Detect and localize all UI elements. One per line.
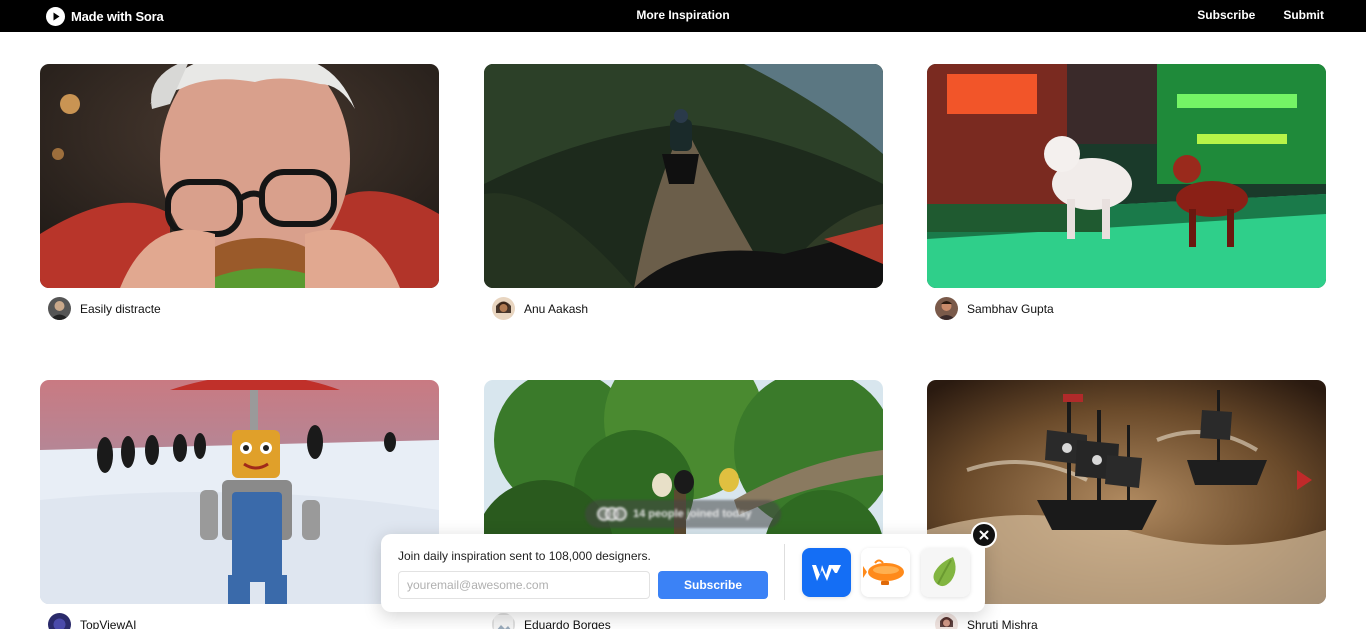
author-name: Eduardo Borges	[524, 617, 611, 629]
author[interactable]: Shruti Mishra	[935, 613, 1038, 629]
joined-avatars	[597, 507, 627, 521]
video-thumbnail[interactable]	[927, 380, 1326, 604]
avatar	[935, 297, 958, 320]
avatar	[492, 613, 515, 629]
author-name: TopViewAI	[80, 617, 137, 629]
video-card: Sambhav Gupta	[927, 64, 1326, 320]
author-name: Easily distracte	[80, 301, 161, 316]
play-icon	[46, 6, 65, 26]
author[interactable]: Anu Aakash	[492, 297, 588, 320]
subscribe-button[interactable]: Subscribe	[658, 571, 768, 599]
author[interactable]: Eduardo Borges	[492, 613, 611, 629]
submit-link[interactable]: Submit	[1283, 8, 1324, 22]
author[interactable]: TopViewAI	[48, 613, 136, 629]
avatar	[492, 297, 515, 320]
brand-logo-link[interactable]: Made with Sora	[46, 6, 164, 26]
author-name: Sambhav Gupta	[967, 301, 1054, 316]
divider	[784, 544, 785, 600]
newsletter-text: Join daily inspiration sent to 108,000 d…	[398, 549, 651, 563]
email-input[interactable]	[398, 571, 650, 599]
video-thumbnail[interactable]	[40, 380, 439, 604]
video-card: Shruti Mishra	[927, 380, 1326, 629]
video-thumbnail[interactable]	[40, 64, 439, 288]
avatar	[48, 613, 71, 629]
video-thumbnail[interactable]	[484, 64, 883, 288]
people-joined-notice: 14 people joined today	[585, 500, 781, 528]
video-card: TopViewAI	[40, 380, 439, 629]
subscribe-link[interactable]: Subscribe	[1197, 8, 1255, 22]
avatar	[935, 613, 958, 629]
author-name: Anu Aakash	[524, 301, 589, 316]
top-navigation-bar: Made with Sora More Inspiration Subscrib…	[0, 0, 1366, 32]
header-nav: Subscribe Submit	[1197, 8, 1324, 22]
author[interactable]: Sambhav Gupta	[935, 297, 1054, 320]
more-inspiration-link[interactable]: More Inspiration	[636, 8, 729, 22]
joined-count-text: 14 people joined today	[633, 508, 752, 520]
close-icon	[979, 530, 989, 540]
video-card: Anu Aakash	[484, 64, 883, 320]
webflow-logo[interactable]	[802, 548, 851, 597]
author[interactable]: Easily distracte	[48, 297, 161, 320]
envato-logo[interactable]	[921, 548, 970, 597]
newsletter-popup: Join daily inspiration sent to 108,000 d…	[381, 534, 985, 612]
author-name: Shruti Mishra	[967, 617, 1038, 629]
video-card: Easily distracte	[40, 64, 439, 320]
close-popup-button[interactable]	[971, 522, 997, 548]
avatar	[48, 297, 71, 320]
video-thumbnail[interactable]	[927, 64, 1326, 288]
brand-name: Made with Sora	[71, 8, 164, 24]
zeppelin-logo[interactable]	[861, 548, 910, 597]
